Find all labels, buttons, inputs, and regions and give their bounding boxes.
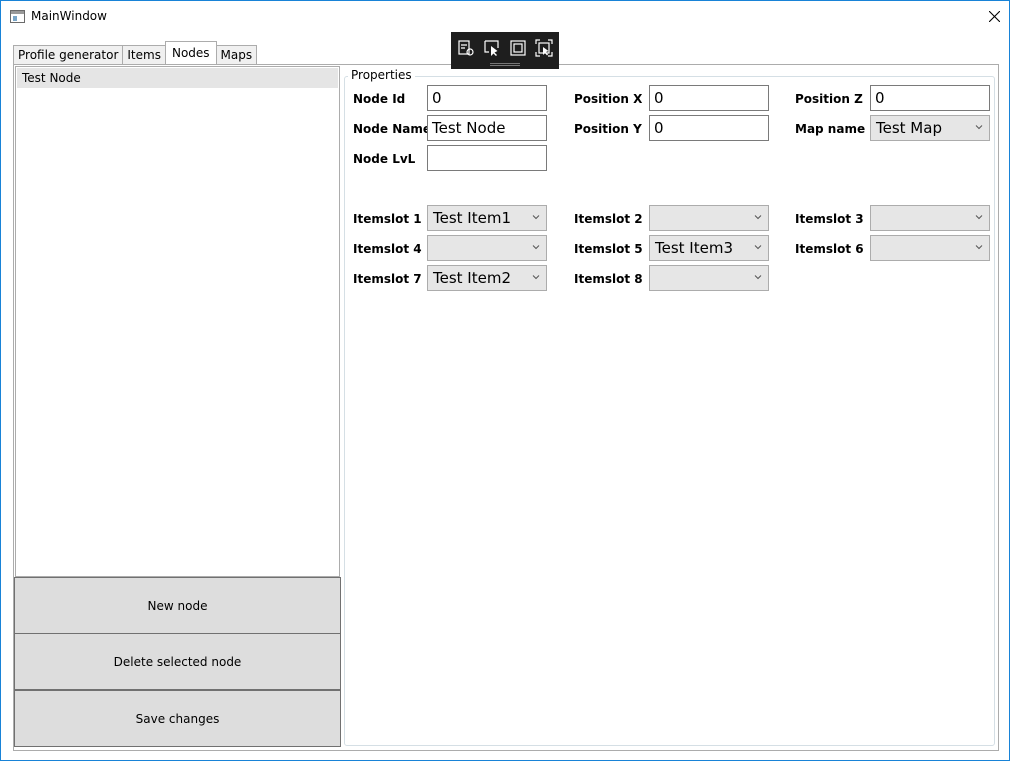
node-lvl-label: Node LvL <box>353 152 416 166</box>
position-y-field[interactable]: 0 <box>649 115 769 141</box>
app-icon <box>10 10 25 23</box>
chevron-down-icon <box>975 215 983 220</box>
chevron-down-icon <box>532 215 540 220</box>
itemslot-2-dropdown[interactable] <box>649 205 769 231</box>
itemslot-8-dropdown[interactable] <box>649 265 769 291</box>
properties-group <box>344 76 995 746</box>
chevron-down-icon <box>754 245 762 250</box>
itemslot-4-label: Itemslot 4 <box>353 242 422 256</box>
map-name-label: Map name <box>795 122 866 136</box>
tab-maps[interactable]: Maps <box>215 45 258 64</box>
display-layout-adorners-icon[interactable] <box>509 39 527 57</box>
position-x-label: Position X <box>574 92 643 106</box>
itemslot-1-dropdown[interactable]: Test Item1 <box>427 205 547 231</box>
map-name-dropdown[interactable]: Test Map <box>870 115 990 141</box>
chevron-down-icon <box>754 275 762 280</box>
itemslot-6-dropdown[interactable] <box>870 235 990 261</box>
itemslot-6-label: Itemslot 6 <box>795 242 864 256</box>
node-id-label: Node Id <box>353 92 406 106</box>
itemslot-8-label: Itemslot 8 <box>574 272 643 286</box>
toolbar-grip[interactable] <box>490 63 520 66</box>
position-z-label: Position Z <box>795 92 863 106</box>
node-list[interactable]: Test Node <box>15 66 340 577</box>
debug-toolbar <box>451 32 559 69</box>
save-changes-button[interactable]: Save changes <box>14 690 341 747</box>
new-node-button[interactable]: New node <box>14 577 341 634</box>
node-name-label: Node Name <box>353 122 431 136</box>
select-element-icon[interactable] <box>483 39 501 57</box>
node-id-field[interactable]: 0 <box>427 85 547 111</box>
properties-title: Properties <box>348 68 415 82</box>
tab-profile-generator[interactable]: Profile generator <box>13 45 124 64</box>
itemslot-1-value: Test Item1 <box>433 209 511 227</box>
chevron-down-icon <box>975 245 983 250</box>
map-name-value: Test Map <box>876 119 942 137</box>
position-y-label: Position Y <box>574 122 642 136</box>
itemslot-5-dropdown[interactable]: Test Item3 <box>649 235 769 261</box>
itemslot-3-dropdown[interactable] <box>870 205 990 231</box>
itemslot-2-label: Itemslot 2 <box>574 212 643 226</box>
track-focused-element-icon[interactable] <box>535 39 553 57</box>
itemslot-5-value: Test Item3 <box>655 239 733 257</box>
live-visual-tree-icon[interactable] <box>457 39 475 57</box>
window-title: MainWindow <box>31 9 107 23</box>
tab-nodes[interactable]: Nodes <box>164 41 217 64</box>
itemslot-3-label: Itemslot 3 <box>795 212 864 226</box>
delete-selected-node-button[interactable]: Delete selected node <box>14 633 341 690</box>
itemslot-5-label: Itemslot 5 <box>574 242 643 256</box>
itemslot-7-label: Itemslot 7 <box>353 272 422 286</box>
position-x-field[interactable]: 0 <box>649 85 769 111</box>
title-bar[interactable]: MainWindow <box>1 1 1009 32</box>
node-name-field[interactable]: Test Node <box>427 115 547 141</box>
node-lvl-field[interactable] <box>427 145 547 171</box>
itemslot-7-dropdown[interactable]: Test Item2 <box>427 265 547 291</box>
chevron-down-icon <box>754 215 762 220</box>
itemslot-7-value: Test Item2 <box>433 269 511 287</box>
close-button[interactable] <box>979 1 1009 32</box>
position-z-field[interactable]: 0 <box>870 85 990 111</box>
tab-strip: Profile generator Items Nodes Maps <box>13 41 258 64</box>
itemslot-1-label: Itemslot 1 <box>353 212 422 226</box>
tab-items[interactable]: Items <box>122 45 166 64</box>
chevron-down-icon <box>532 275 540 280</box>
chevron-down-icon <box>532 245 540 250</box>
close-icon <box>988 11 1000 22</box>
itemslot-4-dropdown[interactable] <box>427 235 547 261</box>
list-item[interactable]: Test Node <box>17 68 338 88</box>
chevron-down-icon <box>975 125 983 130</box>
